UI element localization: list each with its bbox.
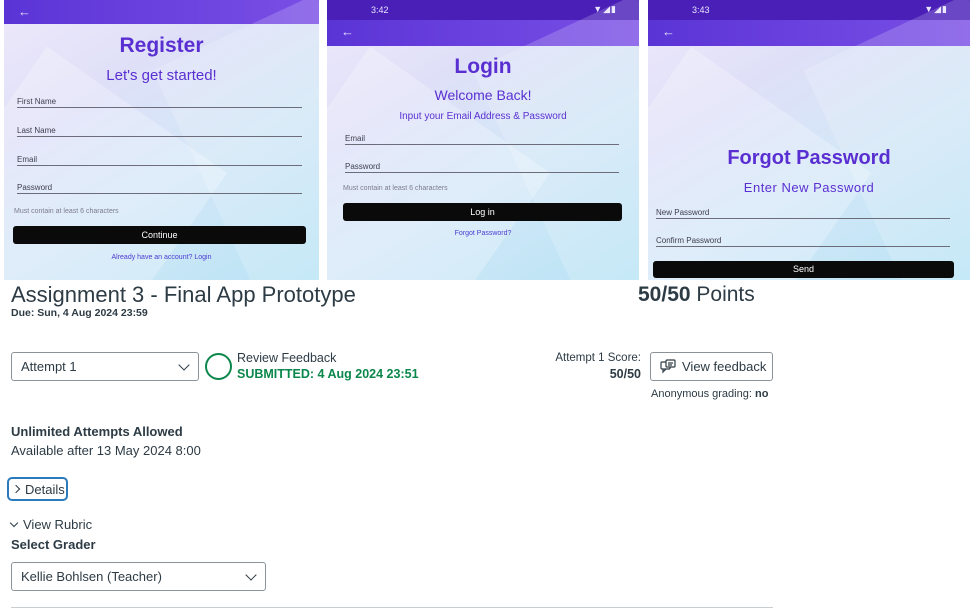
last-name-field[interactable]: Last Name bbox=[17, 126, 302, 137]
view-rubric-label: View Rubric bbox=[23, 517, 93, 532]
login-link[interactable]: Already have an account? Login bbox=[4, 254, 319, 261]
signal-battery-icon: ▼◢▮ bbox=[593, 4, 617, 14]
confirm-password-field[interactable]: Confirm Password bbox=[656, 236, 950, 247]
signal-battery-icon: ▼◢▮ bbox=[924, 4, 948, 14]
anonymous-grading-value: no bbox=[754, 388, 769, 400]
review-feedback-label: Review Feedback bbox=[237, 351, 337, 365]
availability-info: Available after 13 May 2024 8:00 bbox=[11, 443, 201, 458]
attempt-select[interactable]: Attempt 1 bbox=[11, 352, 199, 381]
attempt-score-label: Attempt 1 Score: bbox=[555, 352, 641, 364]
register-subtitle: Let's get started! bbox=[106, 67, 217, 84]
continue-button[interactable]: Continue bbox=[13, 226, 306, 244]
chevron-down-icon bbox=[245, 568, 257, 581]
register-screen: ← Register Let's get started! First Name… bbox=[4, 0, 319, 280]
password-hint: Must contain at least 6 characters bbox=[343, 185, 448, 192]
points-value: 50/50 bbox=[638, 283, 691, 306]
review-status-circle-icon bbox=[205, 353, 232, 380]
attempts-info: Unlimited Attempts Allowed bbox=[11, 424, 183, 439]
login-title: Login bbox=[454, 55, 512, 78]
login-instruction: Input your Email Address & Password bbox=[399, 111, 567, 122]
login-button[interactable]: Log in bbox=[343, 203, 622, 221]
email-field[interactable]: Email bbox=[17, 155, 302, 166]
due-date: Due: Sun, 4 Aug 2024 23:59 bbox=[11, 307, 148, 319]
status-bar: 3:43 ▼◢▮ bbox=[648, 0, 970, 20]
view-rubric-toggle[interactable]: View Rubric bbox=[9, 517, 93, 532]
divider bbox=[11, 607, 773, 608]
status-time: 3:43 bbox=[692, 5, 710, 15]
chevron-down-icon bbox=[9, 518, 19, 527]
points-label: Points bbox=[696, 283, 755, 306]
grader-select-value: Kellie Bohlsen (Teacher) bbox=[21, 569, 162, 584]
chevron-right-icon bbox=[11, 484, 21, 494]
new-password-field[interactable]: New Password bbox=[656, 208, 950, 219]
forgot-password-screen: 3:43 ▼◢▮ ← Forgot Password Enter New Pas… bbox=[648, 0, 970, 280]
register-title: Register bbox=[119, 34, 204, 57]
details-toggle[interactable]: Details bbox=[7, 477, 68, 501]
grader-select[interactable]: Kellie Bohlsen (Teacher) bbox=[11, 562, 266, 591]
login-screen: 3:42 ▼◢▮ ← Login Welcome Back! Input you… bbox=[327, 0, 639, 280]
status-time: 3:42 bbox=[371, 5, 389, 15]
anonymous-grading-label: Anonymous grading: bbox=[651, 388, 752, 400]
back-arrow-icon[interactable]: ← bbox=[662, 24, 675, 39]
back-arrow-icon[interactable]: ← bbox=[341, 24, 354, 39]
forgot-app-bar: ← bbox=[648, 20, 970, 46]
forgot-title: Forgot Password bbox=[727, 147, 891, 169]
send-button[interactable]: Send bbox=[653, 261, 954, 278]
feedback-chat-icon bbox=[660, 358, 676, 373]
password-field[interactable]: Password bbox=[17, 183, 302, 194]
email-field[interactable]: Email bbox=[345, 134, 619, 145]
details-label: Details bbox=[25, 481, 65, 497]
forgot-subtitle: Enter New Password bbox=[743, 180, 875, 195]
attempt-score-value: 50/50 bbox=[609, 367, 641, 381]
assignment-title: Assignment 3 - Final App Prototype bbox=[11, 282, 356, 307]
anonymous-grading: Anonymous grading: no bbox=[651, 388, 768, 400]
first-name-field[interactable]: First Name bbox=[17, 97, 302, 108]
password-hint: Must contain at least 6 characters bbox=[14, 208, 119, 215]
app-screenshots: ← Register Let's get started! First Name… bbox=[0, 0, 976, 280]
chevron-down-icon bbox=[178, 358, 190, 371]
status-bar: 3:42 ▼◢▮ bbox=[327, 0, 639, 20]
submitted-status: SUBMITTED: 4 Aug 2024 23:51 bbox=[237, 367, 419, 381]
back-arrow-icon[interactable]: ← bbox=[18, 4, 31, 19]
password-field[interactable]: Password bbox=[345, 162, 619, 173]
points-display: 50/50 Points bbox=[638, 283, 755, 307]
login-subtitle: Welcome Back! bbox=[434, 87, 532, 103]
register-app-bar: ← bbox=[4, 0, 319, 24]
attempt-select-value: Attempt 1 bbox=[21, 359, 77, 374]
forgot-password-link[interactable]: Forgot Password? bbox=[327, 230, 639, 237]
login-app-bar: ← bbox=[327, 20, 639, 46]
select-grader-label: Select Grader bbox=[11, 537, 96, 552]
view-feedback-label: View feedback bbox=[682, 359, 767, 374]
view-feedback-button[interactable]: View feedback bbox=[650, 352, 773, 381]
